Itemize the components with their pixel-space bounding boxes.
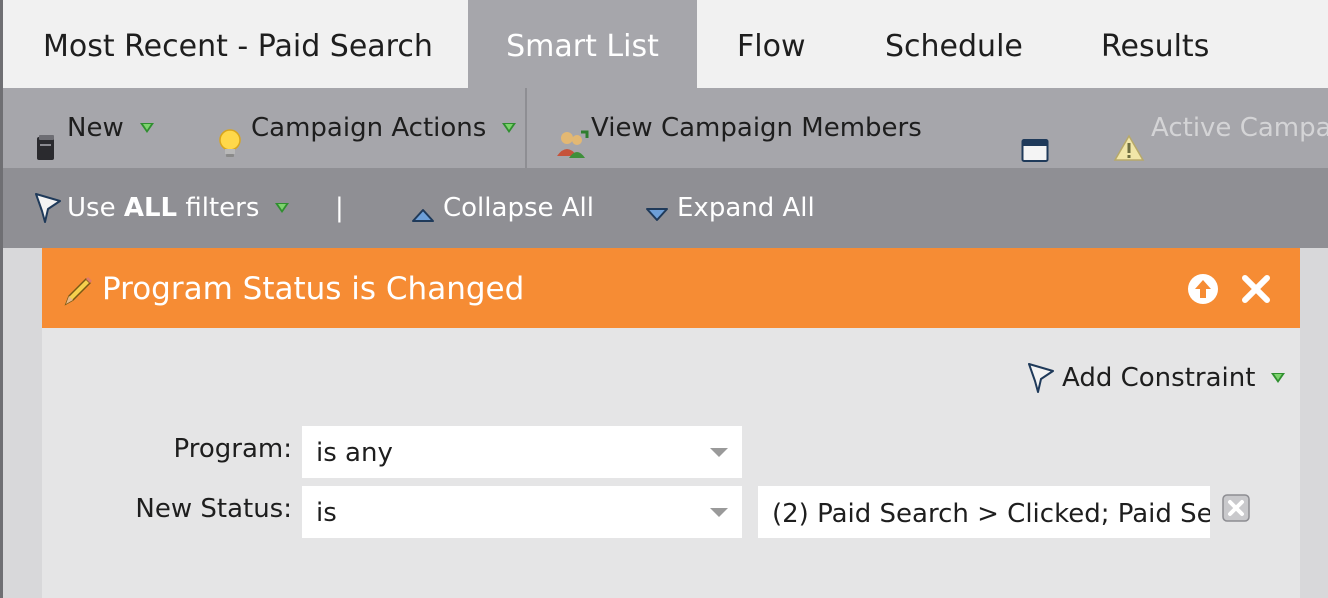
tab-smart-list[interactable]: Smart List bbox=[468, 0, 697, 88]
new-menu-button[interactable]: New bbox=[35, 88, 154, 168]
close-icon[interactable] bbox=[1240, 273, 1272, 305]
collapse-triangle-icon bbox=[411, 200, 435, 222]
expand-all-button[interactable]: Expand All bbox=[645, 168, 815, 248]
use-filters-all: ALL bbox=[123, 193, 178, 223]
new-dropdown-icon bbox=[139, 123, 154, 133]
new-status-operator-chevron-down-icon bbox=[710, 508, 728, 517]
campaign-actions-dropdown-icon bbox=[502, 123, 517, 133]
lightbulb-icon bbox=[217, 112, 243, 157]
new-status-operator-select[interactable]: is bbox=[302, 486, 742, 538]
tab-results[interactable]: Results bbox=[1101, 0, 1209, 88]
campaign-actions-menu-button[interactable]: Campaign Actions bbox=[217, 88, 517, 168]
new-status-value-field[interactable]: (2) Paid Search > Clicked; Paid Sea bbox=[758, 486, 1210, 538]
active-campaign-label: Active Campaig bbox=[1151, 113, 1328, 143]
constraint-funnel-icon bbox=[1026, 361, 1056, 395]
use-filters-dropdown-icon bbox=[275, 203, 290, 213]
program-operator-select[interactable]: is any bbox=[302, 426, 742, 478]
collapse-all-button[interactable]: Collapse All bbox=[411, 168, 594, 248]
campaign-actions-label: Campaign Actions bbox=[251, 113, 487, 143]
expand-triangle-icon bbox=[645, 200, 669, 221]
toolbar: New Campaign Actions View Campaign Membe… bbox=[3, 88, 1328, 168]
add-constraint-dropdown-icon bbox=[1271, 373, 1286, 383]
window-toggle-button[interactable] bbox=[1021, 88, 1049, 168]
filter-bar: Use ALL filters | Collapse All Expand Al… bbox=[3, 168, 1328, 248]
collapse-all-label: Collapse All bbox=[443, 193, 594, 223]
new-status-label: New Status: bbox=[135, 494, 292, 524]
clear-value-icon[interactable] bbox=[1222, 494, 1250, 522]
window-icon bbox=[1021, 115, 1049, 162]
new-status-operator-value: is bbox=[316, 498, 337, 528]
expand-all-label: Expand All bbox=[677, 193, 815, 223]
use-filters-suffix: filters bbox=[177, 193, 260, 223]
add-constraint-button[interactable]: Add Constraint bbox=[1026, 358, 1286, 398]
tab-bar: Most Recent - Paid Search Smart List Flo… bbox=[3, 0, 1328, 88]
toolbar-divider bbox=[525, 88, 527, 168]
filter-bar-separator: | bbox=[335, 193, 344, 223]
use-filters-menu[interactable]: Use ALL filters bbox=[33, 168, 290, 248]
view-campaign-members-button[interactable]: View Campaign Members bbox=[555, 88, 922, 168]
trigger-pencil-icon bbox=[60, 274, 94, 308]
add-constraint-label: Add Constraint bbox=[1062, 363, 1256, 393]
use-filters-prefix: Use bbox=[67, 193, 124, 223]
new-menu-label: New bbox=[67, 113, 124, 143]
campaign-members-icon bbox=[555, 112, 589, 158]
tab-most-recent-paid-search[interactable]: Most Recent - Paid Search bbox=[3, 0, 468, 88]
filter-funnel-icon bbox=[33, 191, 63, 225]
warning-icon bbox=[1113, 114, 1145, 161]
program-operator-chevron-down-icon bbox=[710, 448, 728, 457]
filter-title: Program Status is Changed bbox=[102, 271, 525, 307]
tab-flow[interactable]: Flow bbox=[737, 0, 805, 88]
new-book-icon bbox=[35, 114, 57, 160]
active-campaign-status: Active Campaig bbox=[1113, 88, 1328, 168]
view-campaign-members-label: View Campaign Members bbox=[591, 113, 922, 143]
program-label: Program: bbox=[173, 434, 292, 464]
tab-schedule[interactable]: Schedule bbox=[885, 0, 1023, 88]
program-operator-value: is any bbox=[316, 438, 393, 468]
move-up-icon[interactable] bbox=[1187, 273, 1219, 305]
